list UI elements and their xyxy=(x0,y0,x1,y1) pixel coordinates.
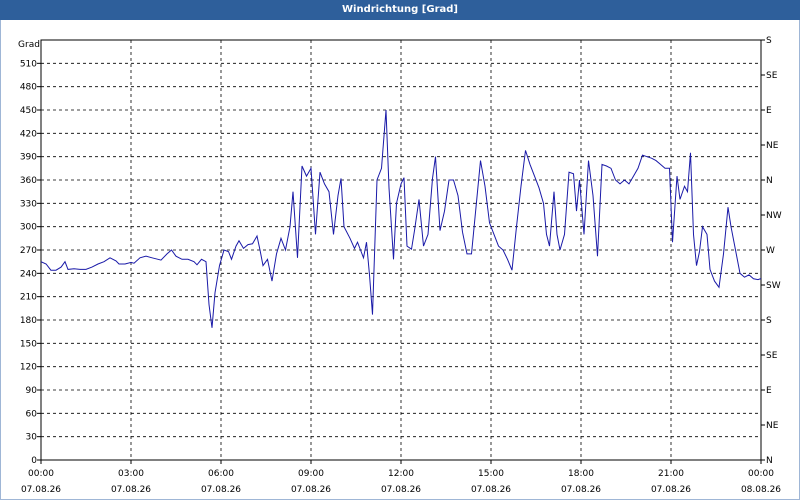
y-tick-label: 180 xyxy=(20,316,37,326)
y-tick-label: 420 xyxy=(20,129,37,139)
y-tick-label: 30 xyxy=(26,433,38,443)
x-tick-date-label: 07.08.26 xyxy=(651,485,691,495)
y2-tick-label: NE xyxy=(766,421,779,431)
y-tick-label: 270 xyxy=(20,246,37,256)
y-tick-label: 510 xyxy=(20,59,37,69)
y2-tick-label: E xyxy=(766,386,772,396)
y-tick-label: 120 xyxy=(20,363,37,373)
y2-tick-label: N xyxy=(766,456,773,466)
x-tick-time-label: 00:00 xyxy=(28,469,54,479)
y2-tick-label: SW xyxy=(766,281,781,291)
chart-frame: 0 30 60 90 120 150 180 210 240 270 300 330 360 390 420… xyxy=(0,20,800,500)
y2-tick-label: S xyxy=(766,36,772,46)
x-tick-date-label: 07.08.26 xyxy=(561,485,601,495)
y2-tick-label: NE xyxy=(766,141,779,151)
y2-tick-label: SE xyxy=(766,351,778,361)
wind-direction-chart: 0 30 60 90 120 150 180 210 240 270 300 330 360 390 420… xyxy=(18,36,782,495)
y-tick-label: 90 xyxy=(26,386,38,396)
y2-tick-label: S xyxy=(766,316,772,326)
x-tick-date-label: 07.08.26 xyxy=(111,485,151,495)
series-line xyxy=(41,109,761,328)
y-tick-label: 300 xyxy=(20,223,37,233)
x-tick-time-label: 09:00 xyxy=(298,469,324,479)
y2-tick-label: N xyxy=(766,176,773,186)
y-tick-label: 60 xyxy=(26,409,38,419)
y-tick-label: 150 xyxy=(20,339,37,349)
x-tick-date-label: 07.08.26 xyxy=(471,485,511,495)
x-tick-time-label: 21:00 xyxy=(658,469,684,479)
y2-tick-label: W xyxy=(766,246,775,256)
y-tick-label: 360 xyxy=(20,176,37,186)
y-tick-label: 330 xyxy=(20,199,37,209)
chart-title: Windrichtung [Grad] xyxy=(0,0,800,20)
x-tick-date-label: 07.08.26 xyxy=(291,485,331,495)
y2-tick-label: E xyxy=(766,106,772,116)
y2-tick-label: SE xyxy=(766,71,778,81)
y-tick-label: 240 xyxy=(20,269,37,279)
y-tick-label: 390 xyxy=(20,153,37,163)
x-tick-date-label: 07.08.26 xyxy=(21,485,61,495)
x-tick-time-label: 18:00 xyxy=(568,469,594,479)
y2-tick-label: NW xyxy=(766,211,782,221)
x-tick-date-label: 08.08.26 xyxy=(741,485,781,495)
y-tick-label: 480 xyxy=(20,83,37,93)
x-tick-time-label: 12:00 xyxy=(388,469,414,479)
x-tick-date-label: 07.08.26 xyxy=(381,485,421,495)
x-tick-time-label: 00:00 xyxy=(748,469,774,479)
y-axis-label: Grad xyxy=(18,40,40,50)
x-tick-date-label: 07.08.26 xyxy=(201,485,241,495)
x-tick-time-label: 06:00 xyxy=(208,469,234,479)
y-tick-label: 210 xyxy=(20,293,37,303)
x-tick-time-label: 15:00 xyxy=(478,469,504,479)
x-tick-time-label: 03:00 xyxy=(118,469,144,479)
y-tick-label: 0 xyxy=(31,456,37,466)
y-tick-label: 450 xyxy=(20,106,37,116)
